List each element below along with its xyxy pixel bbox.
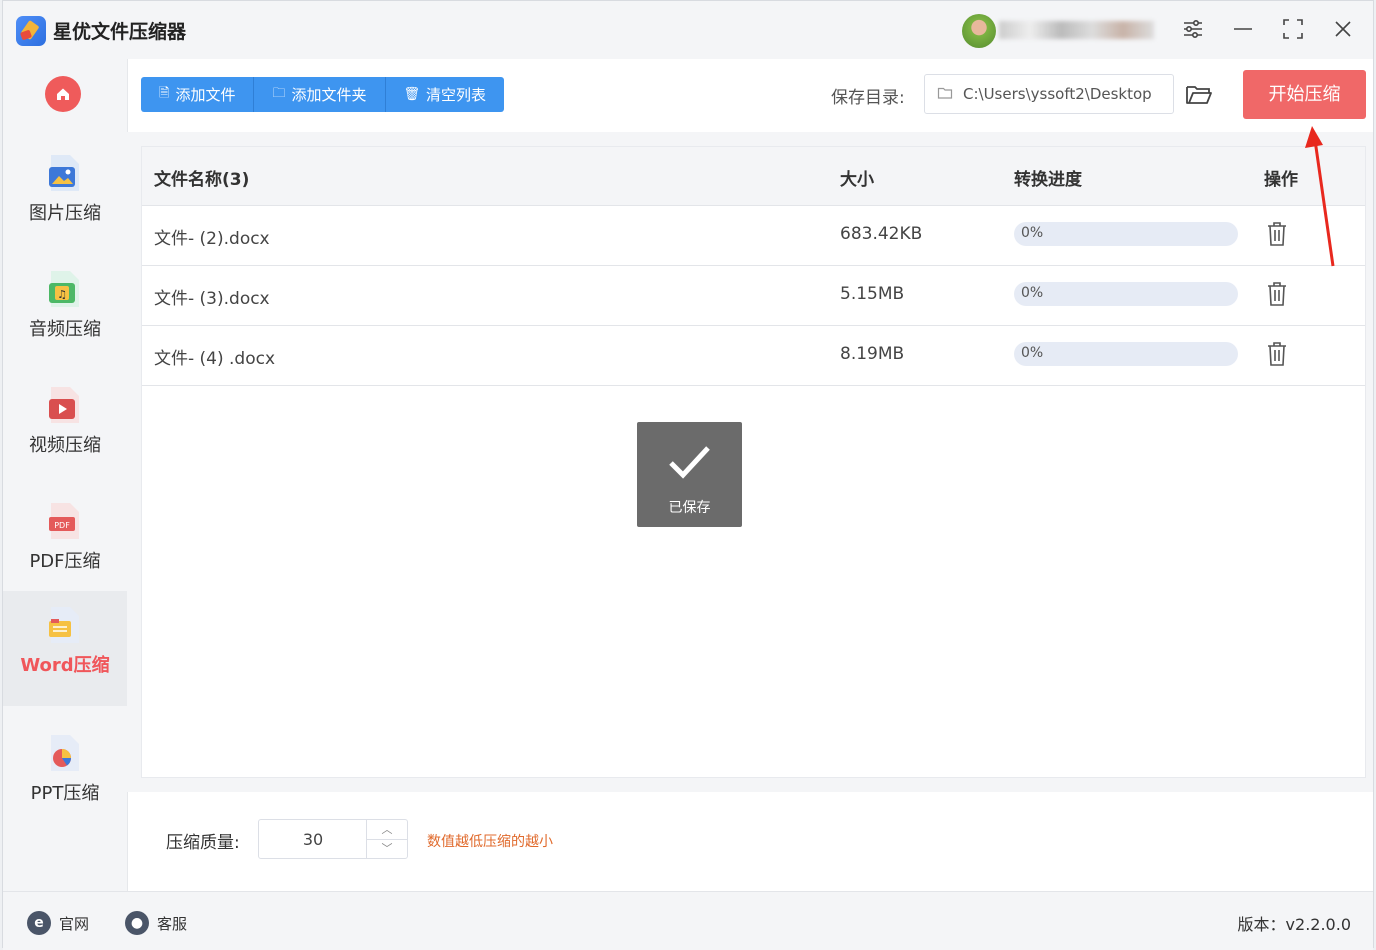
support-link[interactable]: ● 客服 [125,911,187,935]
version-text: 版本：v2.2.0.0 [1237,915,1351,934]
table-header: 文件名称(3) 大小 转换进度 操作 [142,147,1365,206]
progress-bar: 0% [1014,282,1238,306]
red-arrow-annotation [1305,126,1335,267]
progress-bar: 0% [1014,222,1238,246]
file-name: 文件- (2).docx [154,229,270,249]
quality-label: 压缩质量: [166,833,240,853]
header-action: 操作 [1264,170,1298,190]
file-name: 文件- (3).docx [154,289,270,309]
file-icon: 🗎 [159,85,170,101]
folder-icon [937,87,953,99]
save-dir-label: 保存目录: [831,88,905,108]
ie-icon: e [27,911,51,935]
svg-text:♫: ♫ [57,288,67,301]
title-bar: 星优文件压缩器 [3,1,1373,59]
support-label: 客服 [157,914,188,933]
ppt-file-icon [51,735,79,771]
progress-text: 0% [1021,285,1044,301]
file-size: 5.15MB [840,284,905,304]
sidebar-item-label: PPT压缩 [30,783,100,804]
user-avatar[interactable] [962,14,996,48]
delete-icon[interactable] [1266,221,1288,247]
header-size: 大小 [840,170,874,190]
chat-icon: ● [125,911,149,935]
app-title: 星优文件压缩器 [53,21,187,43]
image-file-icon [49,155,79,191]
svg-text:PDF: PDF [54,521,70,530]
save-dir-value: C:\Users\yssoft2\Desktop [963,85,1152,103]
progress-text: 0% [1021,225,1044,241]
sidebar-item-label: PDF压缩 [29,551,101,572]
home-icon [57,88,69,100]
trash-icon: 🗑 [403,87,421,102]
settings-sliders-icon[interactable] [1179,17,1207,45]
app-window: 星优文件压缩器 图片压缩 ♫ 音频压缩 视频压缩 PDF PDF压缩 Word压… [2,0,1374,950]
toolbar: 🗎 添加文件 🗀 添加文件夹 🗑 清空列表 [141,77,505,112]
delete-icon[interactable] [1266,341,1288,367]
sidebar-item-word[interactable]: Word压缩 [3,591,127,706]
sidebar-item-label: 视频压缩 [29,435,101,456]
sidebar-item-label: 音频压缩 [29,319,101,340]
file-name: 文件- (4) .docx [154,349,276,369]
quality-hint: 数值越低压缩的越小 [427,834,553,850]
quality-value[interactable]: 30 [259,830,367,849]
saved-toast-label: 已保存 [668,500,711,516]
file-size: 683.42KB [840,224,923,244]
add-file-button[interactable]: 🗎 添加文件 [141,77,255,112]
sidebar-item-audio[interactable]: ♫ 音频压缩 [3,255,127,370]
username-redacted[interactable] [999,21,1154,39]
sidebar-item-image[interactable]: 图片压缩 [3,139,127,254]
header-progress: 转换进度 [1014,170,1082,190]
start-compress-button[interactable]: 开始压缩 [1243,70,1366,119]
folder-icon: 🗀 [272,85,286,101]
word-file-icon [49,607,79,643]
add-folder-label: 添加文件夹 [291,86,367,104]
table-row[interactable]: 文件- (3).docx 5.15MB 0% [142,265,1365,326]
table-row[interactable]: 文件- (4) .docx 8.19MB 0% [142,325,1365,386]
file-size: 8.19MB [840,344,905,364]
delete-icon[interactable] [1266,281,1288,307]
progress-text: 0% [1021,345,1044,361]
maximize-icon[interactable] [1279,17,1307,45]
close-icon[interactable] [1329,17,1357,45]
app-logo-icon [16,16,46,46]
add-folder-button[interactable]: 🗀 添加文件夹 [254,77,386,112]
header-name: 文件名称(3) [154,170,250,190]
minimize-icon[interactable] [1229,17,1257,45]
website-link[interactable]: e 官网 [27,911,89,935]
add-file-label: 添加文件 [175,86,236,104]
sidebar-item-pdf[interactable]: PDF PDF压缩 [3,487,127,602]
home-button[interactable] [45,76,81,112]
saved-toast: 已保存 [637,422,742,527]
chevron-down-icon[interactable]: ﹀ [367,839,407,858]
audio-file-icon: ♫ [49,271,79,307]
stepper-buttons: ︿ ﹀ [366,820,407,858]
sidebar-item-video[interactable]: 视频压缩 [3,371,127,486]
chevron-up-icon[interactable]: ︿ [367,820,407,840]
file-table: 文件名称(3) 大小 转换进度 操作 文件- (2).docx 683.42KB… [141,146,1366,778]
clear-list-button[interactable]: 🗑 清空列表 [385,77,505,112]
footer: e 官网 ● 客服 版本：v2.2.0.0 [3,891,1373,950]
sidebar-item-label: Word压缩 [20,655,110,676]
checkmark-icon [669,446,710,479]
table-row[interactable]: 文件- (2).docx 683.42KB 0% [142,205,1365,266]
website-label: 官网 [59,914,90,933]
save-dir-input[interactable]: C:\Users\yssoft2\Desktop [924,74,1174,114]
sidebar-item-ppt[interactable]: PPT压缩 [3,719,127,834]
quality-stepper[interactable]: 30 ︿ ﹀ [258,819,408,859]
pdf-file-icon: PDF [49,503,79,539]
clear-list-label: 清空列表 [426,86,487,104]
progress-bar: 0% [1014,342,1238,366]
sidebar: 图片压缩 ♫ 音频压缩 视频压缩 PDF PDF压缩 Word压缩 PPT压缩 [3,59,128,891]
video-file-icon [49,387,79,423]
browse-folder-icon[interactable] [1185,81,1213,107]
sidebar-item-label: 图片压缩 [29,203,101,224]
